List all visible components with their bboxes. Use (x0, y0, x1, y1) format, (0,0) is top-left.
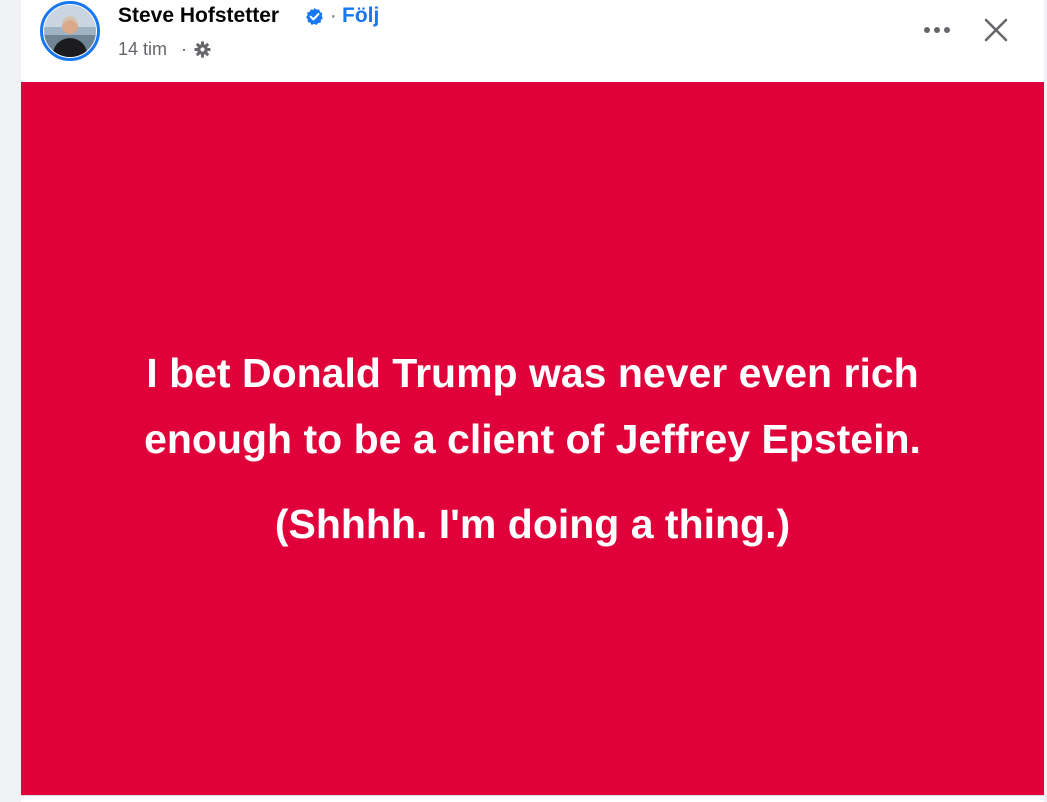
close-icon (984, 18, 1008, 42)
post-card: Steve Hofstetter · Följ 14 tim · I bet D… (21, 0, 1044, 802)
verified-badge-icon (306, 7, 323, 26)
author-name[interactable]: Steve Hofstetter (118, 2, 279, 30)
post-timestamp[interactable]: 14 tim (118, 37, 167, 61)
author-avatar[interactable] (40, 1, 100, 61)
gear-icon[interactable] (193, 40, 212, 59)
post-footer-edge (21, 795, 1044, 802)
post-content: I bet Donald Trump was never even rich e… (21, 82, 1044, 795)
post-header: Steve Hofstetter · Följ 14 tim · (21, 0, 1044, 82)
post-text-secondary: (Shhhh. I'm doing a thing.) (274, 500, 791, 547)
header-separator: · (330, 5, 337, 27)
page-background-left (0, 0, 21, 802)
more-options-button[interactable] (917, 12, 957, 48)
follow-button[interactable]: Följ (342, 2, 379, 30)
close-button[interactable] (976, 10, 1016, 50)
more-horizontal-icon (924, 27, 950, 33)
timestamp-separator: · (181, 39, 187, 59)
avatar-photo-icon (44, 5, 96, 57)
post-text: I bet Donald Trump was never even rich e… (144, 349, 921, 462)
